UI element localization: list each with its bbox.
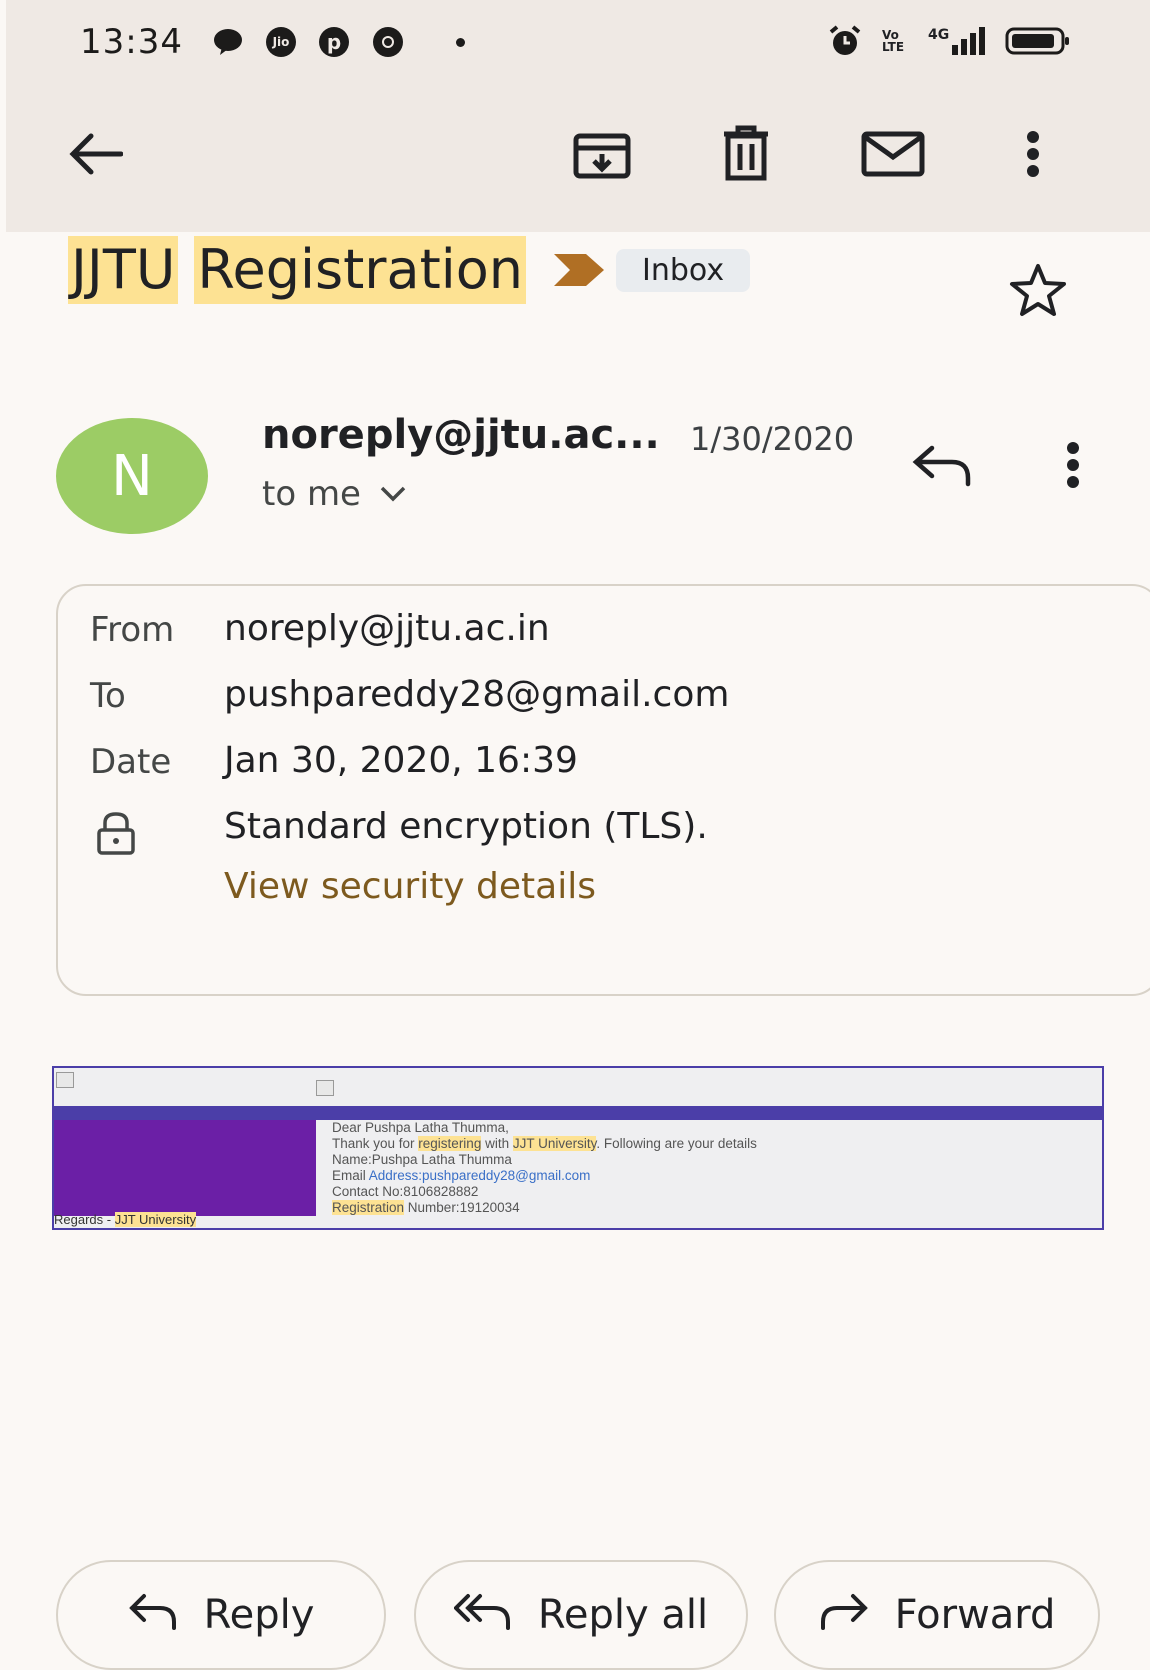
pinterest-icon: p [319, 27, 349, 57]
archive-icon [573, 133, 631, 179]
status-time: 13:34 [80, 22, 183, 62]
forward-icon [820, 1594, 868, 1630]
alarm-icon [829, 25, 861, 55]
dot-icon [456, 37, 465, 47]
thanks-line: Thank you for registering with JJT Unive… [332, 1136, 757, 1151]
message-more-button[interactable] [1058, 438, 1088, 492]
reply-quick-button[interactable] [910, 440, 974, 492]
reply-icon [128, 1594, 176, 1630]
broken-image-icon [316, 1080, 334, 1096]
reply-all-label: Reply all [537, 1592, 709, 1638]
recipient-toggle[interactable]: to me [262, 474, 407, 514]
email-sidebar-block [54, 1120, 316, 1216]
from-label: From [90, 610, 175, 650]
signal-4g-icon: 4G [928, 27, 986, 55]
chevron-down-icon [380, 486, 406, 502]
delete-icon [724, 125, 768, 181]
email-address-link[interactable]: Address:pushpareddy28@gmail.com [369, 1168, 591, 1183]
important-marker-icon[interactable] [552, 252, 606, 288]
greeting-line: Dear Pushpa Latha Thumma, [332, 1120, 509, 1135]
star-button[interactable] [1006, 262, 1070, 318]
more-vert-icon [1027, 131, 1039, 177]
sender-avatar[interactable]: N [56, 418, 208, 534]
reply-button[interactable]: Reply [56, 1560, 386, 1670]
to-label: To [90, 676, 126, 716]
status-icons-left: Jio p [212, 26, 465, 58]
lock-icon [97, 812, 135, 855]
email-message-text: Dear Pushpa Latha Thumma, Thank you for … [332, 1120, 757, 1216]
encryption-info: Standard encryption (TLS). [224, 806, 708, 847]
email-body: Dear Pushpa Latha Thumma, Thank you for … [52, 1066, 1104, 1230]
reply-icon [912, 445, 971, 487]
email-subject: JJTU Registration Inbox [68, 236, 751, 304]
mark-unread-icon [861, 131, 925, 177]
broken-image-icon [56, 1072, 74, 1088]
recipient-label: to me [262, 474, 361, 514]
from-value: noreply@jjtu.ac.in [224, 608, 550, 649]
reply-all-icon [453, 1594, 510, 1630]
reply-label: Reply [203, 1592, 315, 1638]
registration-line: Registration Number:19120034 [332, 1200, 520, 1215]
sender-name: noreply@jjtu.ac... [262, 412, 660, 458]
volte-icon: Vo LTE [882, 28, 905, 54]
chrome-icon [373, 27, 403, 57]
back-button[interactable] [60, 124, 130, 184]
email-header-band [54, 1106, 1102, 1120]
delete-button[interactable] [718, 122, 774, 184]
subject-word-1: JJTU [68, 236, 179, 304]
more-options-button[interactable] [1018, 128, 1048, 180]
email-date: 1/30/2020 [690, 420, 855, 458]
archive-button[interactable] [570, 126, 634, 186]
regards-line: Regards - JJT University [54, 1212, 197, 1227]
name-line: Name:Pushpa Latha Thumma [332, 1152, 512, 1167]
network-type: 4G [928, 27, 950, 43]
message-details-card [56, 584, 1150, 996]
inbox-label-chip[interactable]: Inbox [616, 248, 751, 292]
arrow-left-icon [69, 133, 123, 175]
view-security-details-link[interactable]: View security details [224, 866, 596, 907]
jio-icon: Jio [266, 27, 296, 57]
contact-line: Contact No:8106828882 [332, 1184, 479, 1199]
subject-word-2: Registration [194, 236, 527, 304]
date-value: Jan 30, 2020, 16:39 [224, 740, 578, 781]
more-vert-icon [1067, 442, 1079, 488]
to-value: pushpareddy28@gmail.com [224, 674, 730, 715]
chat-icon [214, 29, 242, 55]
battery-icon [1005, 27, 1070, 55]
status-icons-right: Vo LTE 4G [828, 24, 1071, 58]
forward-button[interactable]: Forward [774, 1560, 1100, 1670]
date-label: Date [90, 742, 172, 782]
reply-all-button[interactable]: Reply all [414, 1560, 748, 1670]
forward-label: Forward [894, 1592, 1056, 1638]
svg-text:p: p [327, 30, 341, 54]
mark-unread-button[interactable] [860, 128, 926, 180]
email-line: Email Address:pushpareddy28@gmail.com [332, 1168, 591, 1183]
star-icon [1010, 264, 1066, 316]
